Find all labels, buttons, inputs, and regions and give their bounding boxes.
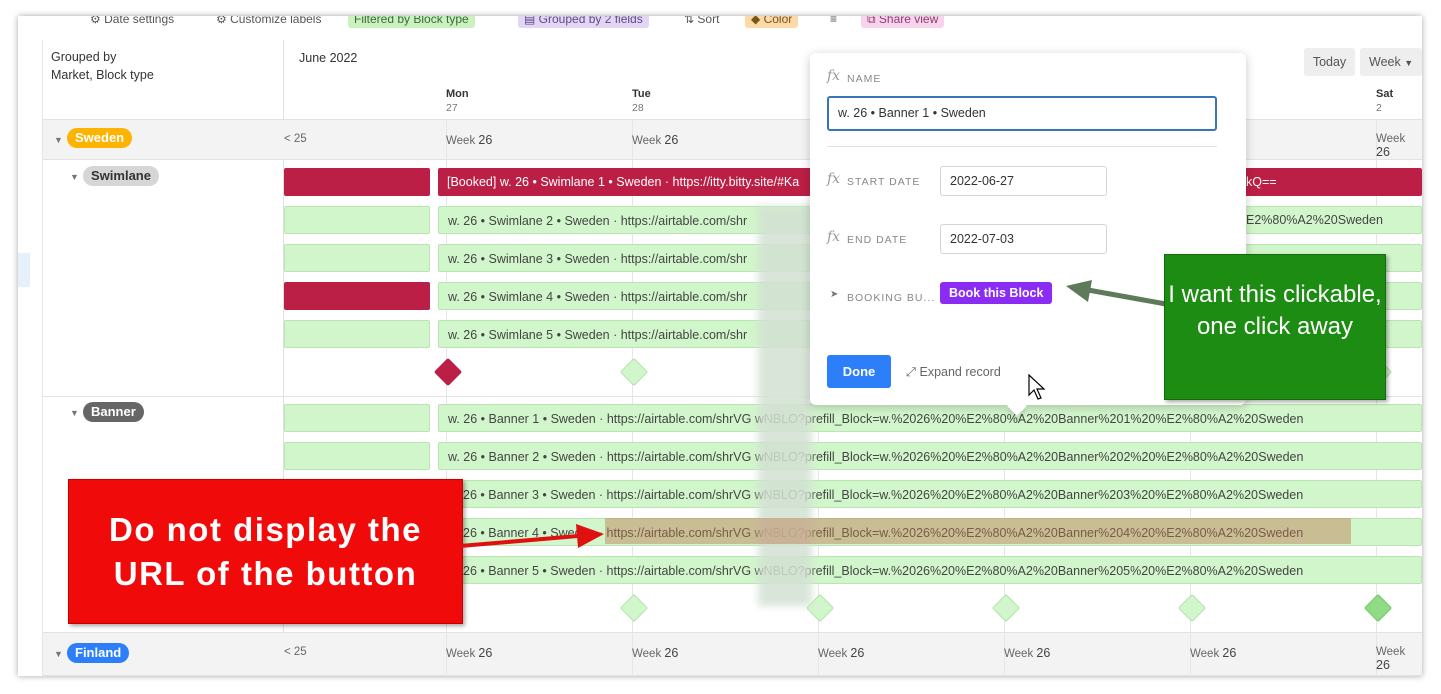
day-name-tue: Tue <box>632 88 651 100</box>
annotation-arrow-green <box>1066 280 1167 307</box>
formula-icon: fx <box>827 68 841 84</box>
expand-icon: ⤢ <box>906 365 920 379</box>
event-bar[interactable] <box>284 320 430 348</box>
collapse-caret-icon[interactable]: ▼ <box>70 408 79 418</box>
name-field[interactable]: w. 26 • Banner 1 • Sweden <box>827 96 1217 131</box>
month-label: June 2022 <box>299 51 358 65</box>
group-pill-finland[interactable]: Finland <box>67 643 130 663</box>
share-icon: ⧉ <box>867 16 879 26</box>
event-bar[interactable] <box>284 404 430 432</box>
group-button[interactable]: ▤ Grouped by 2 fields <box>518 16 649 28</box>
gear-icon: ⚙ <box>216 16 231 26</box>
collapse-caret-icon[interactable]: ▼ <box>54 649 63 659</box>
week-label: Week 26 <box>1376 646 1406 672</box>
week-label: < 25 <box>284 133 307 145</box>
color-button[interactable]: ◆ Color <box>745 16 799 28</box>
group-pill-swimlane[interactable]: Swimlane <box>83 166 159 186</box>
sort-button[interactable]: ⇅ Sort <box>678 16 725 28</box>
event-bar[interactable]: w. 26 • Banner 1 • Sweden · https://airt… <box>438 404 1422 432</box>
popup-divider <box>827 146 1217 147</box>
sort-icon: ⇅ <box>684 16 698 26</box>
group-pill-banner[interactable]: Banner <box>83 402 144 422</box>
milestone-diamond[interactable] <box>1363 593 1393 623</box>
gridline <box>632 119 633 676</box>
book-this-block-button[interactable]: Book this Block <box>940 282 1053 304</box>
share-view-button[interactable]: ⧉ Share view <box>861 16 945 28</box>
event-bar[interactable] <box>284 206 430 234</box>
end-date-field[interactable]: 2022-07-03 <box>940 224 1107 254</box>
event-bar-tail-text: E2%80%A2%20Sweden <box>1246 213 1383 227</box>
week-label: Week 26 <box>446 646 493 660</box>
event-bar-booked[interactable] <box>284 168 430 196</box>
timeline-window: ⚙ Date settings ⚙ Customize labels Filte… <box>18 16 1422 676</box>
event-bar[interactable]: 26 • Banner 3 • Sweden · https://airtabl… <box>438 480 1422 508</box>
annotation-note-red: Do not display the URL of the button <box>68 479 463 624</box>
left-strip <box>18 40 43 676</box>
left-strip-highlight <box>18 253 30 287</box>
milestone-diamond[interactable] <box>1177 593 1207 623</box>
week-label: Week 26 <box>632 646 679 660</box>
day-num-mon: 27 <box>446 102 458 114</box>
done-button[interactable]: Done <box>827 355 891 388</box>
row-height-icon[interactable]: ≡ <box>824 16 843 28</box>
week-label: Week 26 <box>632 133 679 147</box>
chevron-down-icon: ▼ <box>1404 58 1414 68</box>
formula-icon: fx <box>827 171 841 187</box>
toolbar: ⚙ Date settings ⚙ Customize labels Filte… <box>18 16 1422 40</box>
event-bar[interactable] <box>284 244 430 272</box>
day-num-tue: 28 <box>632 102 644 114</box>
day-num-sat: 2 <box>1376 102 1382 114</box>
formula-icon: fx <box>827 229 841 245</box>
name-field-label: NAME <box>847 73 882 85</box>
redaction-blur <box>758 206 812 606</box>
week-label: Week 26 <box>1190 646 1237 660</box>
week-label: Week 26 <box>818 646 865 660</box>
event-bar-booked[interactable] <box>284 282 430 310</box>
customize-labels-button[interactable]: ⚙ Customize labels <box>210 16 327 28</box>
color-icon: ◆ <box>751 16 764 26</box>
grouped-by-fields: Market, Block type <box>51 68 154 82</box>
event-bar-tail-text: kQ== <box>1246 175 1277 189</box>
week-label: Week 26 <box>1004 646 1051 660</box>
annotation-arrow-red <box>459 524 604 548</box>
mouse-pointer-icon <box>1028 374 1046 400</box>
grouped-by-title: Grouped by <box>51 50 117 64</box>
start-date-field[interactable]: 2022-06-27 <box>940 166 1107 196</box>
end-date-label: END DATE <box>847 234 908 246</box>
button-field-icon: ➤ <box>830 289 839 300</box>
week-label: Week 26 <box>446 133 493 147</box>
start-date-label: START DATE <box>847 176 921 188</box>
group-pill-sweden[interactable]: Sweden <box>67 128 133 148</box>
day-name-mon: Mon <box>446 88 469 100</box>
url-highlight <box>605 518 1351 544</box>
collapse-caret-icon[interactable]: ▼ <box>54 135 63 145</box>
day-name-sat: Sat <box>1376 88 1394 100</box>
today-button[interactable]: Today <box>1304 48 1355 76</box>
expand-record-link[interactable]: ⤢ Expand record <box>906 365 1001 380</box>
collapse-caret-icon[interactable]: ▼ <box>70 172 79 182</box>
milestone-diamond[interactable] <box>619 593 649 623</box>
event-bar[interactable]: 26 • Banner 5 • Sweden · https://airtabl… <box>438 556 1422 584</box>
event-bar[interactable]: w. 26 • Banner 2 • Sweden · https://airt… <box>438 442 1422 470</box>
group-icon: ▤ <box>524 16 539 26</box>
date-settings-button[interactable]: ⚙ Date settings <box>84 16 180 28</box>
milestone-diamond[interactable] <box>433 357 463 387</box>
booking-button-label: BOOKING BU... <box>847 292 936 304</box>
week-label: < 25 <box>284 646 307 658</box>
week-label: Week 26 <box>1376 133 1406 159</box>
milestone-diamond[interactable] <box>991 593 1021 623</box>
gear-icon: ⚙ <box>90 16 105 26</box>
event-bar[interactable] <box>284 442 430 470</box>
week-view-select[interactable]: Week ▼ <box>1360 48 1422 76</box>
annotation-note-green: I want this clickable, one click away <box>1164 254 1386 400</box>
milestone-diamond[interactable] <box>619 357 649 387</box>
filter-button[interactable]: Filtered by Block type <box>348 16 475 28</box>
